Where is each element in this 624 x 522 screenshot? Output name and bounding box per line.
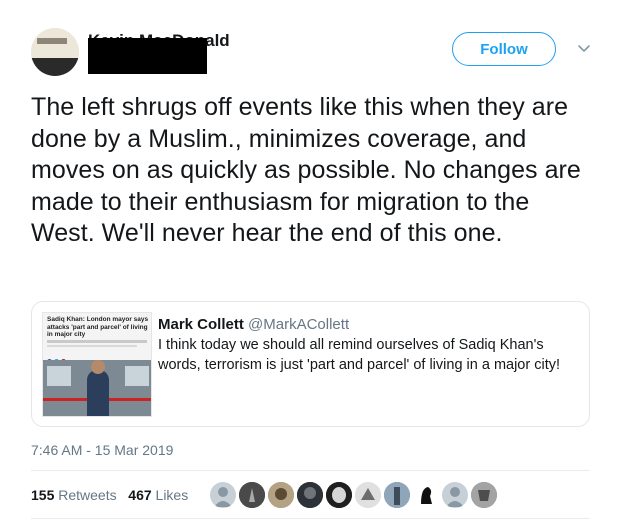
chevron-down-icon[interactable]	[576, 40, 592, 56]
liker-avatar[interactable]	[239, 482, 265, 508]
likes-label: Likes	[155, 487, 189, 503]
likes-count: 467	[128, 487, 152, 503]
default-profile-icon	[214, 487, 232, 507]
follow-button[interactable]: Follow	[452, 32, 556, 66]
person-head	[91, 360, 105, 374]
thumbnail-subline	[47, 340, 147, 343]
silhouette-icon	[413, 482, 439, 508]
quoted-author-name[interactable]: Mark Collett	[158, 316, 244, 333]
quoted-tweet-text: I think today we should all remind ourse…	[158, 337, 561, 373]
train-window	[125, 366, 149, 386]
avatar-banner	[37, 38, 67, 44]
sketch-icon	[355, 482, 381, 508]
tweet-text: The left shrugs off events like this whe…	[31, 93, 581, 247]
default-profile-icon	[446, 487, 464, 507]
engagement-stats: 155 Retweets 467 Likes	[31, 487, 188, 503]
thumbnail-share-icons	[47, 351, 77, 364]
liker-avatar[interactable]	[413, 482, 439, 508]
liker-avatar[interactable]	[384, 482, 410, 508]
avatar-skyline	[31, 58, 79, 76]
author-avatar[interactable]	[31, 28, 79, 76]
liker-avatar[interactable]	[326, 482, 352, 508]
likes-stat[interactable]: 467 Likes	[128, 487, 188, 503]
person-figure	[87, 370, 109, 416]
retweets-stat[interactable]: 155 Retweets	[31, 487, 117, 503]
quoted-tweet-thumbnail[interactable]: Sadiq Khan: London mayor says attacks 'p…	[42, 312, 152, 417]
portrait-icon	[268, 482, 294, 508]
thumbnail-photo	[43, 360, 151, 416]
divider	[31, 518, 590, 519]
retweets-label: Retweets	[58, 487, 117, 503]
palm-icon	[239, 482, 265, 508]
emblem-icon	[471, 482, 497, 508]
liker-avatar[interactable]	[297, 482, 323, 508]
retweets-count: 155	[31, 487, 55, 503]
liker-avatar[interactable]	[355, 482, 381, 508]
liker-avatar[interactable]	[268, 482, 294, 508]
quoted-tweet-author[interactable]: Mark Collett @MarkACollett	[158, 315, 349, 334]
train-window	[47, 366, 71, 386]
liker-avatar[interactable]	[471, 482, 497, 508]
redaction-box	[88, 38, 207, 74]
thumbnail-headline: Sadiq Khan: London mayor says attacks 'p…	[47, 316, 149, 338]
divider	[31, 470, 590, 471]
statue-icon	[384, 482, 410, 508]
quoted-author-handle[interactable]: @MarkACollett	[248, 316, 349, 333]
liker-avatar[interactable]	[210, 482, 236, 508]
mask-icon	[326, 482, 352, 508]
liker-avatar[interactable]	[442, 482, 468, 508]
tweet-timestamp[interactable]: 7:46 AM - 15 Mar 2019	[31, 442, 173, 458]
dark-portrait-icon	[297, 482, 323, 508]
thumbnail-subline-2	[47, 345, 137, 347]
